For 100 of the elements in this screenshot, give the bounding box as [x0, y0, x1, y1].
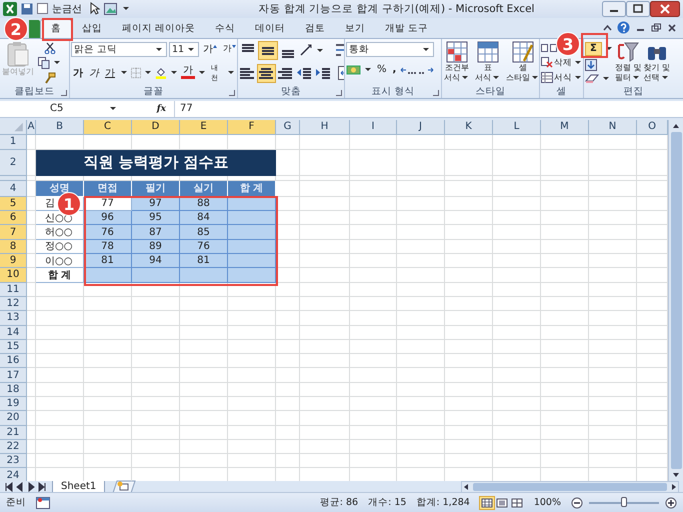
close-button[interactable] — [650, 0, 680, 17]
row-header[interactable]: 5 — [0, 196, 27, 212]
copy-caret-icon[interactable] — [54, 61, 60, 64]
style-button[interactable]: 조건부 서식 — [443, 40, 471, 83]
comma-button[interactable]: , — [390, 64, 398, 76]
row-header[interactable]: 6 — [0, 211, 27, 226]
ribbon-tab[interactable]: 데이터 — [245, 20, 296, 38]
column-header[interactable]: M — [541, 120, 589, 135]
vertical-scrollbar[interactable] — [668, 120, 683, 482]
column-header[interactable]: G — [276, 120, 300, 135]
row-header[interactable]: 2 — [0, 150, 27, 176]
caret-icon[interactable] — [532, 76, 538, 80]
caret-icon[interactable] — [121, 71, 127, 74]
close-icon[interactable] — [667, 22, 677, 33]
column-header[interactable]: H — [300, 120, 350, 135]
picture-icon[interactable] — [104, 2, 117, 15]
caret-icon[interactable] — [317, 48, 323, 52]
minimize-button[interactable] — [602, 0, 626, 17]
font-color-button[interactable]: 가 — [181, 66, 195, 80]
column-header[interactable]: D — [132, 120, 180, 135]
fill-down-icon[interactable] — [585, 58, 597, 71]
style-button[interactable]: 표 서식 — [474, 40, 502, 83]
row-header[interactable]: 19 — [0, 396, 27, 412]
insert-cells-icon[interactable] — [541, 42, 557, 54]
fill-bucket-icon[interactable] — [155, 66, 167, 80]
percent-button[interactable]: % — [375, 64, 389, 76]
customize-caret-icon[interactable] — [123, 7, 129, 10]
row-header[interactable]: 13 — [0, 311, 27, 326]
row-header[interactable]: 17 — [0, 368, 27, 383]
row-header[interactable]: 10 — [0, 268, 27, 283]
column-header[interactable]: A — [27, 120, 36, 135]
autosum-button[interactable]: Σ — [585, 42, 602, 56]
row-header[interactable]: 14 — [0, 326, 27, 340]
row-header[interactable]: 23 — [0, 454, 27, 468]
row-header[interactable]: 11 — [0, 282, 27, 297]
maximize-button[interactable] — [626, 0, 650, 17]
column-header[interactable]: N — [589, 120, 637, 135]
ribbon-tab[interactable]: 삽입 — [72, 20, 112, 38]
row-header[interactable]: 12 — [0, 296, 27, 312]
column-header[interactable]: I — [350, 120, 397, 135]
align-button[interactable] — [258, 64, 275, 82]
row-header[interactable]: 18 — [0, 382, 27, 397]
delete-button[interactable]: 삭제 — [541, 56, 583, 69]
ribbon-tab[interactable]: 페이지 레이아웃 — [112, 20, 206, 38]
page-layout-button[interactable] — [494, 496, 509, 509]
caret-icon[interactable] — [423, 48, 429, 51]
ribbon-tab[interactable]: 수식 — [205, 20, 246, 38]
pointer-icon[interactable] — [90, 2, 100, 16]
number-format-field[interactable]: 통화 — [346, 42, 434, 57]
row-header[interactable]: 24 — [0, 468, 27, 482]
row-header[interactable]: 21 — [0, 426, 27, 440]
row-header[interactable]: 15 — [0, 340, 27, 354]
font-name-field[interactable]: 맑은 고딕 — [71, 42, 167, 57]
caret-icon[interactable] — [228, 71, 234, 74]
italic-button[interactable]: 가 — [87, 66, 101, 80]
brush-icon[interactable] — [44, 72, 56, 84]
column-header[interactable]: O — [637, 120, 668, 135]
copy-icon[interactable] — [38, 56, 50, 69]
ribbon-tab[interactable]: 개발 도구 — [375, 20, 438, 38]
caret-icon[interactable] — [462, 76, 468, 80]
caret-icon[interactable] — [199, 71, 205, 74]
fx-button[interactable]: fx — [122, 104, 174, 114]
ribbon-tab[interactable]: 검토 — [295, 20, 336, 38]
font-size-field[interactable]: 11 — [169, 42, 199, 57]
normal-view-button[interactable] — [480, 496, 494, 509]
caret-icon[interactable] — [156, 48, 162, 51]
sheet-navigation-icon[interactable] — [4, 482, 48, 492]
horizontal-scrollbar[interactable] — [461, 480, 679, 493]
caret-icon[interactable] — [493, 76, 499, 80]
zoom-in-icon[interactable] — [665, 496, 677, 509]
caret-icon[interactable] — [110, 107, 116, 110]
underline-button[interactable]: 가 — [103, 66, 117, 80]
caret-icon[interactable] — [633, 76, 640, 80]
grow-font-button[interactable]: 가 — [201, 42, 219, 56]
row-header[interactable]: 4 — [0, 180, 27, 197]
dialog-launcher-icon[interactable] — [336, 90, 342, 96]
edit-button[interactable]: 찾기 및 선택 — [642, 40, 671, 83]
eraser-icon[interactable] — [585, 74, 599, 84]
caret-icon[interactable] — [662, 76, 668, 80]
column-header[interactable]: J — [397, 120, 445, 135]
name-box[interactable]: C5 — [0, 100, 122, 117]
caret-icon[interactable] — [188, 48, 194, 51]
caret-icon[interactable] — [606, 47, 612, 50]
column-header[interactable]: F — [228, 120, 276, 135]
excel-icon[interactable] — [3, 2, 17, 16]
dialog-launcher-icon[interactable] — [433, 90, 439, 96]
sheet-tab[interactable]: Sheet1 — [52, 480, 106, 493]
dialog-launcher-icon[interactable] — [229, 90, 235, 96]
row-header[interactable]: 16 — [0, 354, 27, 368]
macro-record-icon[interactable] — [36, 496, 50, 509]
column-header[interactable]: K — [445, 120, 493, 135]
format-button[interactable]: 서식 — [541, 72, 583, 84]
column-header[interactable]: L — [493, 120, 541, 135]
help-icon[interactable] — [617, 21, 630, 34]
zoom-out-icon[interactable] — [571, 496, 583, 509]
zoom-slider-thumb[interactable] — [621, 496, 627, 507]
collapse-ribbon-icon[interactable] — [603, 24, 612, 32]
style-button[interactable]: 셀 스타일 — [505, 40, 539, 83]
save-icon[interactable] — [21, 2, 33, 15]
shrink-font-button[interactable]: 가 — [221, 43, 237, 56]
